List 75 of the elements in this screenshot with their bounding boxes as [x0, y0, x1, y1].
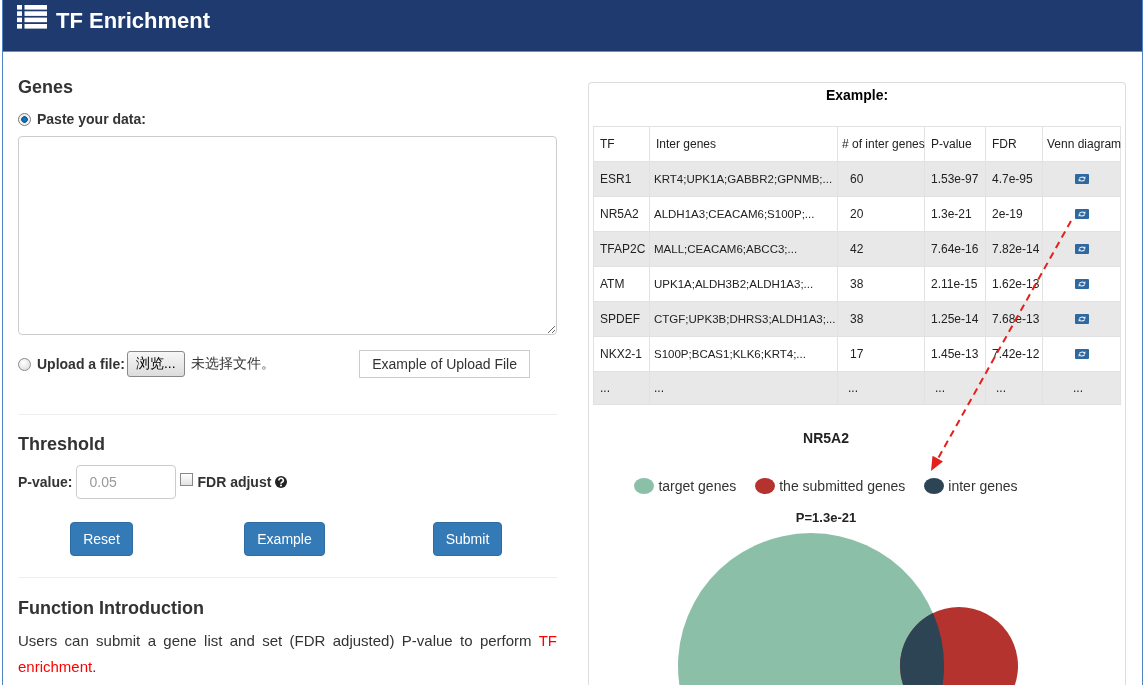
refresh-icon[interactable] [1074, 174, 1089, 184]
paste-data-label: Paste your data: [37, 111, 146, 127]
table-cell: ALDH1A3;CEACAM6;S100P;... [649, 196, 838, 232]
table-cell: ... [593, 371, 650, 405]
venn-title: NR5A2 [803, 430, 849, 446]
list-icon [17, 5, 47, 29]
table-cell: 1.45e-13 [924, 336, 986, 372]
table-cell: ... [1042, 371, 1121, 405]
example-file-button[interactable]: Example of Upload File [359, 350, 530, 378]
table-cell: NR5A2 [593, 196, 650, 232]
table-header-cell: P-value [924, 126, 986, 162]
section-heading: Threshold [18, 434, 106, 454]
submit-button[interactable]: Submit [432, 522, 503, 556]
table-cell: NKX2-1 [593, 336, 650, 372]
radio-button[interactable] [18, 357, 31, 371]
table-header-cell: # of inter genes [837, 126, 925, 162]
table-cell: 2e-19 [985, 196, 1043, 232]
table-cell: 7.64e-16 [924, 231, 986, 267]
section-heading: Genes [18, 77, 75, 97]
table-cell: 2.11e-15 [924, 266, 986, 302]
page-title: TF Enrichment [56, 7, 210, 35]
table-cell: 1.53e-97 [924, 161, 986, 197]
table-cell: ... [985, 371, 1043, 405]
p-value-field[interactable]: 0.05 [76, 465, 177, 499]
refresh-icon[interactable] [1074, 349, 1089, 359]
table-cell: TFAP2C [593, 231, 650, 267]
intro-paragraph: Users can submit a gene list and set (FDR adjusted) P-value to perform TF enrichment. [18, 631, 557, 677]
table-header-cell: Venn diagram [1042, 126, 1121, 162]
table-cell: 38 [837, 266, 925, 302]
table-cell: 7.82e-14 [985, 231, 1043, 267]
table-cell: 20 [837, 196, 925, 232]
example-title: Example: [824, 87, 890, 103]
legend-label: inter genes [948, 478, 1018, 494]
table-cell: 4.7e-95 [985, 161, 1043, 197]
refresh-icon[interactable] [1074, 244, 1089, 254]
radio-button[interactable] [18, 112, 31, 126]
legend-label: target genes [658, 478, 737, 494]
table-cell: 60 [837, 161, 925, 197]
table-cell: 7.42e-12 [985, 336, 1043, 372]
paste-data-field[interactable] [18, 136, 557, 335]
table-cell: KRT4;UPK1A;GABBR2;GPNMB;... [649, 161, 838, 197]
p-value-label: P-value: [18, 474, 73, 490]
upload-file-label: Upload a file: [37, 356, 125, 372]
table-cell: CTGF;UPK3B;DHRS3;ALDH1A3;... [649, 301, 838, 337]
table-cell: 42 [837, 231, 925, 267]
table-cell: 1.25e-14 [924, 301, 986, 337]
p-value-caption: P=1.3e-21 [795, 510, 857, 525]
table-cell: S100P;BCAS1;KLK6;KRT4;... [649, 336, 838, 372]
overlap-region [900, 613, 944, 685]
example-button[interactable]: Example [244, 522, 325, 556]
table-cell: ATM [593, 266, 650, 302]
refresh-icon[interactable] [1074, 279, 1089, 289]
table-cell: 1.3e-21 [924, 196, 986, 232]
help-icon[interactable] [275, 476, 288, 488]
table-cell: ... [837, 371, 925, 405]
table-header-cell: Inter genes [649, 126, 838, 162]
section-heading: Function Introduction [18, 598, 205, 618]
table-cell: SPDEF [593, 301, 650, 337]
table-cell: 1.62e-13 [985, 266, 1043, 302]
legend-label: the submitted genes [779, 478, 906, 494]
table-cell: UPK1A;ALDH3B2;ALDH1A3;... [649, 266, 838, 302]
fdr-adjust-label: FDR adjust [197, 474, 272, 490]
table-cell: ESR1 [593, 161, 650, 197]
reset-button[interactable]: Reset [70, 522, 133, 556]
browse-button[interactable]: 浏览... [126, 351, 185, 377]
table-cell: ... [649, 371, 838, 405]
table-header-cell: TF [593, 126, 650, 162]
table-cell: MALL;CEACAM6;ABCC3;... [649, 231, 838, 267]
fdr-checkbox[interactable] [180, 473, 194, 486]
refresh-icon[interactable] [1074, 209, 1089, 219]
table-cell: 17 [837, 336, 925, 372]
table-cell: 38 [837, 301, 925, 337]
refresh-icon[interactable] [1074, 314, 1089, 324]
table-header-cell: FDR [985, 126, 1043, 162]
file-status-text: 未选择文件。 [190, 355, 275, 373]
